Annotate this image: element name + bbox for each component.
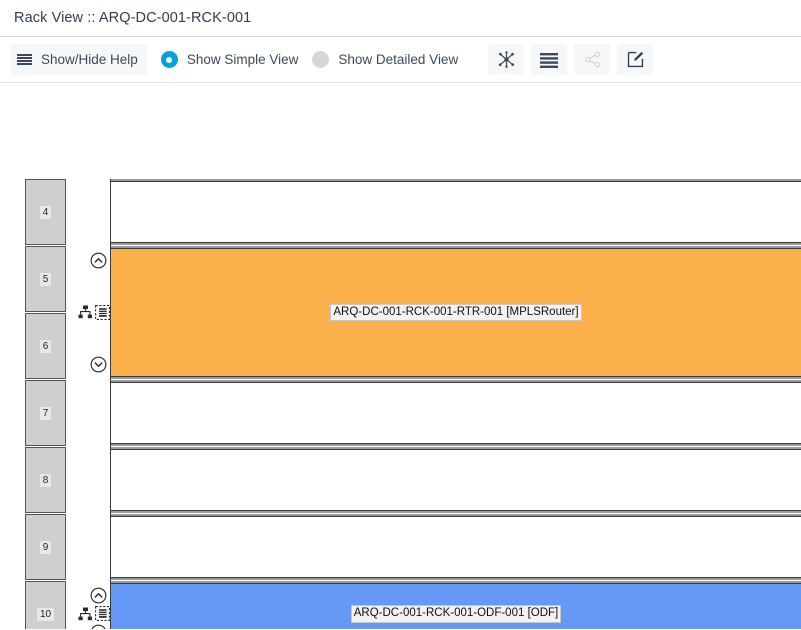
device-action-icons[interactable] [78,305,110,320]
rack-unit-number-label: 4 [40,206,52,219]
rack-empty-slot[interactable] [111,447,801,513]
rack-device-slot[interactable]: ARQ-DC-001-RCK-001-RTR-001 [MPLSRouter] [111,246,801,379]
hamburger-menu-icon [17,54,32,66]
rack-unit-5[interactable]: 5 [25,246,66,312]
rack-unit-number-label: 8 [40,474,52,487]
rack-unit-number-label: 6 [40,340,52,353]
rack-empty-slot[interactable] [111,514,801,580]
edit-button[interactable] [617,44,653,75]
rack-unit-number-label: 5 [40,273,52,286]
radio-show-simple-view[interactable]: Show Simple View [161,51,299,68]
move-device-down-button[interactable] [90,356,107,373]
rack-empty-slot[interactable] [111,179,801,245]
show-hide-help-label: Show/Hide Help [41,52,138,67]
device-chip-icon [95,606,110,621]
rack-unit-8[interactable]: 8 [25,447,66,513]
network-hierarchy-icon [78,607,93,621]
rack-workspace: 4567891011 ARQ-DC-001-RCK-001-RTR-001 [M… [0,83,801,629]
rack-device-slot[interactable]: ARQ-DC-001-RCK-001-ODF-001 [ODF] [111,581,801,629]
rack-device-label: ARQ-DC-001-RCK-001-RTR-001 [MPLSRouter] [330,304,581,322]
show-hide-help-button[interactable]: Show/Hide Help [10,44,147,75]
rack-slot-column: ARQ-DC-001-RCK-001-RTR-001 [MPLSRouter] A… [110,179,801,629]
rack-view-toolbar: Show/Hide Help Show Simple View Show Det… [0,37,801,83]
move-device-up-button[interactable] [90,252,107,269]
rack-unit-number-column: 4567891011 [25,179,66,629]
topology-icon [497,50,516,69]
device-action-icons[interactable] [78,606,110,621]
device-chip-icon [95,305,110,320]
page-title: Rack View :: ARQ-DC-001-RCK-001 [14,10,251,26]
rack-unit-number-label: 9 [40,541,52,554]
move-device-up-button[interactable] [90,587,107,604]
rack-unit-9[interactable]: 9 [25,514,66,580]
rack-unit-6[interactable]: 6 [25,313,66,379]
rack-device-label: ARQ-DC-001-RCK-001-ODF-001 [ODF] [351,605,561,623]
radio-detailed-view-label: Show Detailed View [338,52,458,67]
rack-unit-10[interactable]: 10 [25,581,66,629]
list-view-button[interactable] [531,44,567,75]
radio-simple-view-indicator[interactable] [161,51,178,68]
network-hierarchy-icon [78,305,93,319]
rack-unit-7[interactable]: 7 [25,380,66,446]
edit-pencil-icon [626,50,645,69]
radio-show-detailed-view[interactable]: Show Detailed View [312,51,458,68]
share-button [574,44,610,75]
toolbar-icon-button-group [488,44,653,75]
rack-unit-number-label: 10 [37,608,54,621]
move-device-down-button[interactable] [90,624,107,629]
list-icon [540,52,558,68]
window-title-bar: Rack View :: ARQ-DC-001-RCK-001 [0,0,801,37]
rack-empty-slot[interactable] [111,380,801,446]
radio-simple-view-label: Show Simple View [187,52,299,67]
rack-unit-4[interactable]: 4 [25,179,66,245]
share-icon [583,50,602,69]
rack-unit-number-label: 7 [40,407,52,420]
topology-view-button[interactable] [488,44,524,75]
radio-detailed-view-indicator[interactable] [312,51,329,68]
